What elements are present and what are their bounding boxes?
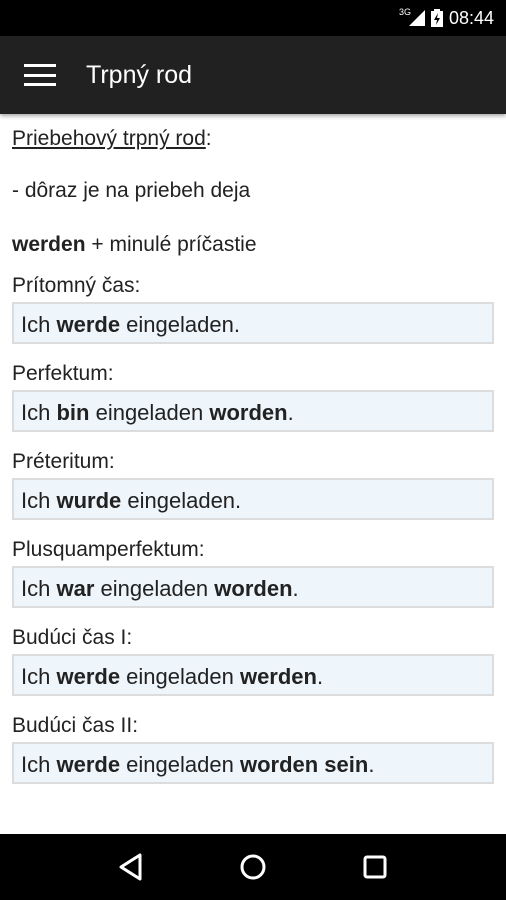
app-bar: Trpný rod <box>0 36 506 114</box>
example-text: eingeladen. <box>120 312 240 337</box>
formula-bold: werden <box>12 233 86 256</box>
tense-label: Plusquamperfektum: <box>12 538 205 561</box>
clock: 08:44 <box>448 7 494 28</box>
section-title: Priebehový trpný rod: <box>12 124 494 154</box>
example-bold-word: worden sein <box>239 752 369 777</box>
network-type: 3G <box>398 7 411 17</box>
status-bar: 3G 08:44 <box>0 0 506 36</box>
example-text: eingeladen <box>120 752 240 777</box>
example-sentence-box: Ich werde eingeladen werden. <box>12 654 494 696</box>
example-text: . <box>292 576 299 601</box>
example-text: eingeladen. <box>121 488 242 513</box>
formula-rest: + minulé príčastie <box>85 233 257 256</box>
example-text: . <box>368 752 375 777</box>
example-bold-word: worden <box>209 400 288 425</box>
section-title-colon: : <box>205 127 212 150</box>
example-sentence-box: Ich bin eingeladen worden. <box>12 390 494 432</box>
example-sentence-box: Ich war eingeladen worden. <box>12 566 494 608</box>
tense-label: Perfektum: <box>12 362 114 385</box>
content-area[interactable]: Priebehový trpný rod: - dôraz je na prie… <box>0 114 506 834</box>
example-text: Ich <box>21 400 57 425</box>
example-text: Ich <box>21 312 57 337</box>
example-text: eingeladen <box>94 576 215 601</box>
tense-list: Prítomný čas: Ich werde eingeladen. Perfek… <box>12 272 494 784</box>
home-icon <box>240 854 266 880</box>
home-button[interactable] <box>235 849 271 885</box>
example-bold-word: worden <box>214 576 293 601</box>
example-bold-word: bin <box>56 400 90 425</box>
example-bold-word: werde <box>56 664 121 689</box>
example-bold-word: werde <box>56 752 121 777</box>
hamburger-menu-icon[interactable] <box>24 64 56 86</box>
back-button[interactable] <box>113 849 149 885</box>
example-text: . <box>316 664 324 689</box>
recents-icon <box>363 855 387 879</box>
formula-line: werden + minulé príčastie <box>12 230 494 260</box>
example-text: eingeladen <box>120 664 240 689</box>
example-sentence-box: Ich wurde eingeladen. <box>12 478 494 520</box>
section-title-text: Priebehový trpný rod <box>12 127 206 150</box>
emphasis-line: - dôraz je na priebeh deja <box>12 179 251 202</box>
recents-button[interactable] <box>357 849 393 885</box>
page-title: Trpný rod <box>86 60 193 89</box>
example-sentence-box: Ich werde eingeladen worden sein. <box>12 742 494 784</box>
example-sentence-box: Ich werde eingeladen. <box>12 302 494 344</box>
example-text: eingeladen <box>89 400 210 425</box>
example-bold-word: werde <box>56 312 121 337</box>
back-icon <box>119 853 142 881</box>
example-bold-word: werden <box>239 664 317 689</box>
tense-label: Préteritum: <box>12 450 115 473</box>
battery-icon <box>430 9 443 27</box>
tense-label: Budúci čas I: <box>12 626 133 649</box>
tense-label: Prítomný čas: <box>12 274 141 297</box>
navigation-bar <box>0 834 506 900</box>
example-bold-word: war <box>56 576 95 601</box>
example-text: Ich <box>21 488 57 513</box>
example-text: . <box>287 400 294 425</box>
signal-icon <box>408 10 425 26</box>
example-text: Ich <box>21 752 57 777</box>
example-text: Ich <box>21 576 57 601</box>
example-bold-word: wurde <box>56 488 122 513</box>
tense-label: Budúci čas II: <box>12 714 139 737</box>
example-text: Ich <box>21 664 57 689</box>
